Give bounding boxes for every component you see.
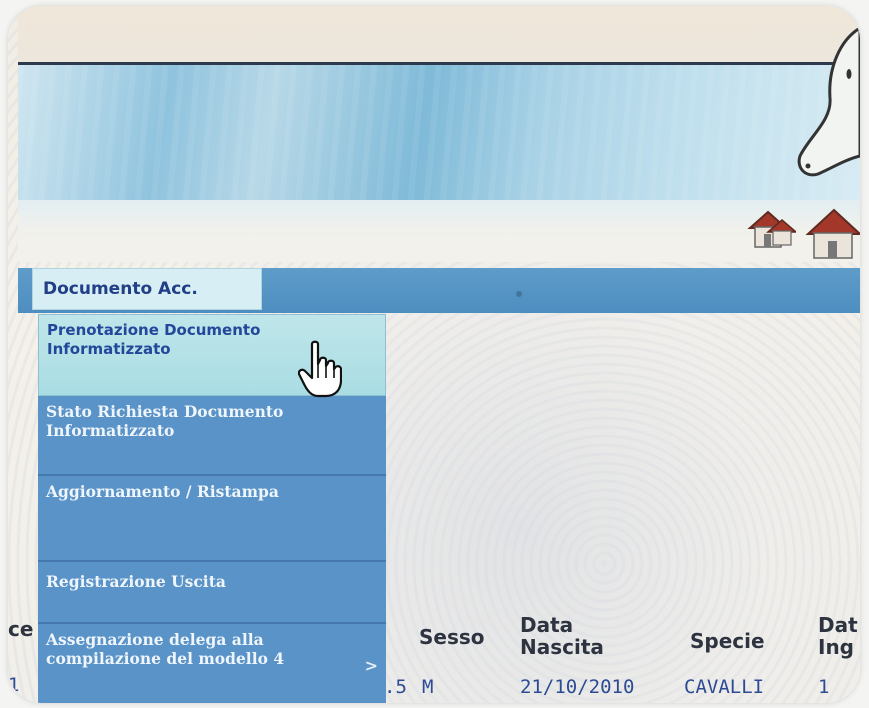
menu-item-aggiornamento-ristampa[interactable]: Aggiornamento / Ristampa bbox=[38, 476, 386, 562]
hand-pointer-cursor-icon bbox=[298, 340, 342, 398]
table-cell-sesso: M bbox=[422, 676, 434, 698]
table-header-data-nascita[interactable]: Data Nascita bbox=[520, 614, 640, 658]
header-banner bbox=[18, 65, 860, 200]
menu-tab-documento-acc[interactable]: Documento Acc. bbox=[32, 268, 262, 310]
table-cell-partial: 1 bbox=[8, 674, 20, 696]
submenu-arrow-icon: > bbox=[364, 656, 378, 675]
menu-item-assegnazione-delega[interactable]: Assegnazione delega alla compilazione de… bbox=[38, 624, 386, 703]
table-cell-specie: CAVALLI bbox=[684, 676, 765, 698]
table-cell-data-ingresso: 1 bbox=[818, 676, 830, 698]
table-header-specie[interactable]: Specie bbox=[690, 630, 765, 652]
menu-item-stato-richiesta[interactable]: Stato Richiesta Documento Informatizzato bbox=[38, 396, 386, 476]
header-top-band bbox=[18, 6, 860, 62]
table-header-sesso[interactable]: Sesso bbox=[419, 626, 485, 648]
home-icon[interactable] bbox=[746, 206, 796, 254]
table-cell-partial-number: .5 bbox=[384, 676, 407, 698]
home-icon[interactable] bbox=[804, 206, 860, 262]
table-header-data-ingresso[interactable]: Dat Ing bbox=[818, 614, 858, 658]
horse-logo bbox=[797, 28, 860, 177]
table-cell-data-nascita: 21/10/2010 bbox=[520, 676, 635, 698]
menu-item-assegnazione-label: Assegnazione delega alla compilazione de… bbox=[46, 630, 285, 668]
screen-photo-frame: Documento Acc. ce Sesso Data Nascita Spe… bbox=[8, 6, 860, 703]
table-header-partial: ce bbox=[8, 617, 34, 641]
header-banner-fade bbox=[18, 200, 860, 262]
menubar-dot bbox=[516, 291, 522, 297]
menu-item-registrazione-uscita[interactable]: Registrazione Uscita bbox=[38, 562, 386, 624]
